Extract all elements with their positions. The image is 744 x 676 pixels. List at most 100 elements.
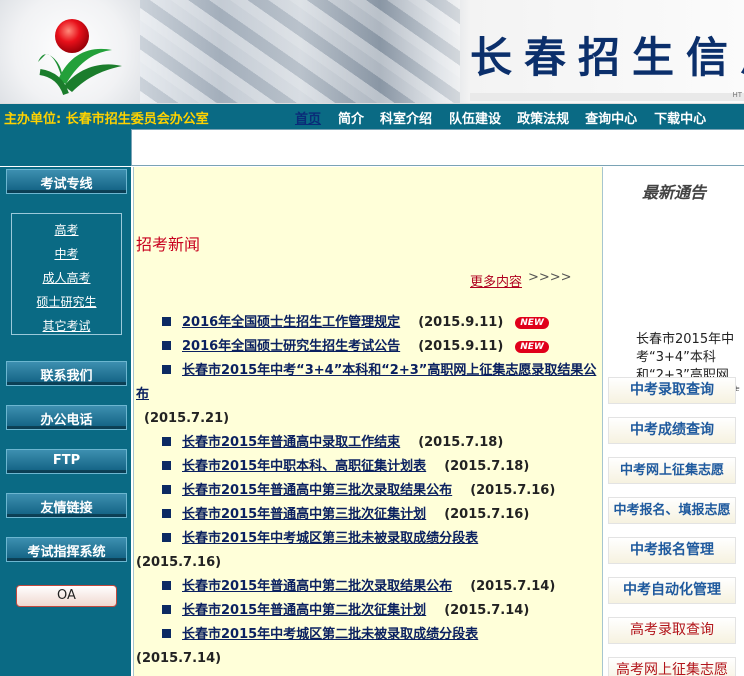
new-badge-icon: NEW (515, 341, 549, 353)
zhongkao-automation-button[interactable]: 中考自动化管理 (608, 577, 736, 604)
square-bullet-icon (162, 365, 171, 374)
zhongkao-online-solicit-button[interactable]: 中考网上征集志愿 (608, 457, 736, 484)
square-bullet-icon (162, 317, 171, 326)
zhongkao-admission-query-button[interactable]: 中考录取查询 (608, 377, 736, 404)
nav-links: 首页 简介 科室介绍 队伍建设 政策法规 查询中心 下载中心 (295, 108, 706, 127)
sponsor-label: 主办单位: 长春市招生委员会办公室 (4, 112, 209, 127)
square-bullet-icon (162, 509, 171, 518)
exam-hotline-label: 考试专线 (40, 177, 93, 192)
banner-decoration (140, 0, 460, 103)
news-date: (2015.7.16) (444, 507, 530, 522)
page: 长春招生信息 HT 主办单位: 长春市招生委员会办公室 首页 简介 科室介绍 队… (0, 0, 744, 676)
news-item: 2016年全国硕士生招生工作管理规定 (2015.9.11) NEW (136, 311, 598, 335)
square-bullet-icon (162, 629, 171, 638)
news-item: 长春市2015年普通高中第二批次征集计划 (2015.7.14) (136, 599, 598, 623)
news-link[interactable]: 长春市2015年中考城区第二批未被录取成绩分段表 (182, 627, 478, 642)
banner-title: 长春招生信息 (470, 33, 744, 82)
news-date: (2015.7.21) (144, 411, 230, 426)
zhongkao-registration-button[interactable]: 中考报名、填报志愿 (608, 497, 736, 524)
banner-ht-text: HT (732, 91, 742, 99)
exam-link-postgrad[interactable]: 硕士研究生 (12, 290, 121, 314)
news-item: 长春市2015年中考城区第二批未被录取成绩分段表 (2015.7.14) (136, 623, 598, 671)
news-link[interactable]: 长春市2015年普通高中第三批次征集计划 (182, 507, 426, 522)
news-date: (2015.9.11) (418, 315, 504, 330)
nav-intro[interactable]: 简介 (338, 108, 364, 127)
nav-query-center[interactable]: 查询中心 (585, 108, 637, 127)
square-bullet-icon (162, 437, 171, 446)
office-phone-label: 办公电话 (40, 413, 93, 428)
news-date: (2015.7.14) (470, 579, 556, 594)
gaokao-online-solicit-button[interactable]: 高考网上征集志愿 (608, 657, 736, 676)
news-link[interactable]: 长春市2015年中考城区第三批未被录取成绩分段表 (182, 531, 478, 546)
news-link[interactable]: 长春市2015年普通高中第二批次征集计划 (182, 603, 426, 618)
news-item: 长春市2015年中职本科、高职征集计划表 (2015.7.18) (136, 455, 598, 479)
news-date: (2015.9.11) (418, 339, 504, 354)
news-link[interactable]: 长春市2015年普通高中第二批次录取结果公布 (182, 579, 452, 594)
square-bullet-icon (162, 533, 171, 542)
top-navbar: 主办单位: 长春市招生委员会办公室 首页 简介 科室介绍 队伍建设 政策法规 查… (0, 103, 744, 129)
exam-list: 高考 中考 成人高考 硕士研究生 其它考试 (11, 213, 122, 335)
marquee-band (131, 129, 744, 166)
exam-command-header: 考试指挥系统 (6, 537, 127, 562)
friend-links-label: 友情链接 (40, 501, 93, 516)
square-bullet-icon (162, 485, 171, 494)
left-sidebar: 考试专线 高考 中考 成人高考 硕士研究生 其它考试 联系我们 办公电话 FTP… (0, 167, 131, 676)
square-bullet-icon (162, 581, 171, 590)
square-bullet-icon (162, 341, 171, 350)
news-link[interactable]: 长春市2015年普通高中录取工作结束 (182, 435, 400, 450)
banner-strip (470, 93, 744, 101)
oa-button[interactable]: OA (16, 585, 117, 607)
news-date: (2015.7.16) (136, 555, 222, 570)
news-item: 长春市2015年普通高中第二批次录取结果公布 (2015.7.14) (136, 575, 598, 599)
more-link[interactable]: 更多内容 (470, 271, 522, 290)
news-link[interactable]: 长春市2015年普通高中第三批次录取结果公布 (182, 483, 452, 498)
square-bullet-icon (162, 461, 171, 470)
nav-team[interactable]: 队伍建设 (449, 108, 501, 127)
zhongkao-registration-management-button[interactable]: 中考报名管理 (608, 537, 736, 564)
nav-download-center[interactable]: 下载中心 (654, 108, 706, 127)
square-bullet-icon (162, 605, 171, 614)
sidebar-top-band (0, 129, 131, 166)
main-content: 招考新闻 更多内容 >>>> 2016年全国硕士生招生工作管理规定 (2015.9… (133, 167, 603, 676)
news-link[interactable]: 长春市2015年中考“3+4”本科和“2+3”高职网上征集志愿录取结果公布 (136, 363, 596, 402)
news-date: (2015.7.18) (418, 435, 504, 450)
right-column: 最新通告 长春市2015年中考“3+4”本科和“2+3”高职网上征集志愿录取结果… (604, 167, 744, 676)
more-arrows: >>>> (528, 270, 572, 285)
friend-links-button[interactable]: 友情链接 (6, 493, 127, 518)
nav-policy[interactable]: 政策法规 (517, 108, 569, 127)
news-link[interactable]: 长春市2015年中职本科、高职征集计划表 (182, 459, 426, 474)
news-date: (2015.7.18) (444, 459, 530, 474)
logo-icon (38, 19, 122, 96)
news-item: 长春市2015年普通高中第三批次录取结果公布 (2015.7.16) (136, 479, 598, 503)
office-phone-button[interactable]: 办公电话 (6, 405, 127, 430)
news-link[interactable]: 2016年全国硕士生招生工作管理规定 (182, 315, 400, 330)
news-link[interactable]: 2016年全国硕士研究生招生考试公告 (182, 339, 400, 354)
ftp-button[interactable]: FTP (6, 449, 127, 474)
news-item: 长春市2015年普通高中第三批次征集计划 (2015.7.16) (136, 503, 598, 527)
news-list: 2016年全国硕士生招生工作管理规定 (2015.9.11) NEW 2016年全国… (136, 311, 598, 671)
news-item: 长春市2015年中考“3+4”本科和“2+3”高职网上征集志愿录取结果公布 (20… (136, 359, 598, 431)
contact-us-label: 联系我们 (40, 369, 93, 384)
news-item: 长春市2015年普通高中录取工作结束 (2015.7.18) (136, 431, 598, 455)
exam-hotline-header: 考试专线 (6, 169, 127, 194)
nav-departments[interactable]: 科室介绍 (380, 108, 432, 127)
nav-home[interactable]: 首页 (295, 108, 321, 127)
gaokao-admission-query-button[interactable]: 高考录取查询 (608, 617, 736, 644)
news-date: (2015.7.14) (444, 603, 530, 618)
news-date: (2015.7.16) (470, 483, 556, 498)
new-badge-icon: NEW (515, 317, 549, 329)
contact-us-button[interactable]: 联系我们 (6, 361, 127, 386)
exam-link-adult[interactable]: 成人高考 (12, 266, 121, 290)
exam-link-zhongkao[interactable]: 中考 (12, 242, 121, 266)
news-item: 长春市2015年中考城区第三批未被录取成绩分段表 (2015.7.16) (136, 527, 598, 575)
ftp-label: FTP (52, 453, 81, 468)
news-section-title: 招考新闻 (136, 235, 201, 254)
news-date: (2015.7.14) (136, 651, 222, 666)
exam-link-gaokao[interactable]: 高考 (12, 218, 121, 242)
site-logo[interactable] (0, 0, 140, 103)
exam-command-label: 考试指挥系统 (27, 545, 106, 560)
zhongkao-score-query-button[interactable]: 中考成绩查询 (608, 417, 736, 444)
exam-link-other[interactable]: 其它考试 (12, 314, 121, 338)
latest-notice-title: 最新通告 (641, 183, 706, 202)
header-banner: 长春招生信息 HT (0, 0, 744, 103)
